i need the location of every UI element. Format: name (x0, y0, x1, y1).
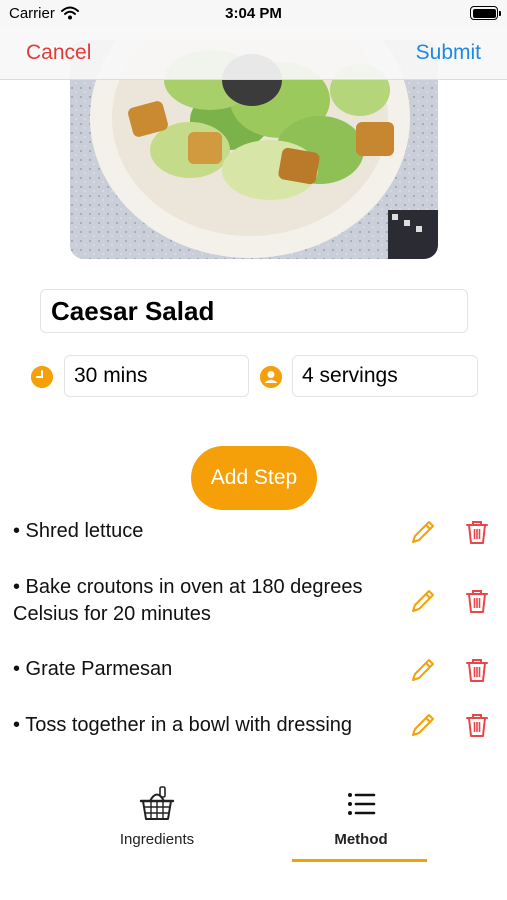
tab-method-label: Method (334, 831, 388, 848)
step-text: • Shred lettuce (13, 520, 144, 542)
navigation-bar: Cancel Submit (0, 28, 507, 80)
battery-icon (470, 6, 501, 20)
status-time: 3:04 PM (225, 5, 282, 22)
delete-step-button[interactable] (464, 587, 490, 615)
delete-step-button[interactable] (464, 518, 490, 546)
trash-icon (466, 714, 488, 737)
edit-step-button[interactable] (409, 518, 437, 546)
clock-icon (31, 366, 53, 388)
status-bar: Carrier 3:04 PM (0, 0, 507, 28)
submit-button[interactable]: Submit (416, 41, 481, 65)
delete-step-button[interactable] (464, 656, 490, 684)
selected-tab-indicator (292, 859, 427, 862)
add-step-button[interactable]: Add Step (191, 446, 317, 510)
pencil-icon (412, 590, 434, 612)
person-icon (260, 366, 282, 388)
delete-step-button[interactable] (464, 711, 490, 739)
pencil-icon (412, 714, 434, 736)
list-icon (286, 784, 436, 824)
step-text: • Bake croutons in oven at 180 degrees C… (13, 576, 363, 625)
recipe-title-field[interactable]: Caesar Salad (40, 289, 468, 333)
trash-icon (466, 659, 488, 682)
basket-icon (82, 784, 232, 824)
step-text: • Grate Parmesan (13, 658, 173, 680)
edit-step-button[interactable] (409, 711, 437, 739)
trash-icon (466, 590, 488, 613)
pencil-icon (412, 659, 434, 681)
trash-icon (466, 521, 488, 544)
tab-ingredients-label: Ingredients (119, 831, 195, 848)
edit-step-button[interactable] (409, 587, 437, 615)
tab-ingredients[interactable]: Ingredients (82, 780, 232, 864)
cook-time-field[interactable]: 30 mins (64, 355, 249, 397)
step-text: • Toss together in a bowl with dressing (13, 714, 353, 736)
cancel-button[interactable]: Cancel (26, 41, 91, 65)
servings-field[interactable]: 4 servings (292, 355, 478, 397)
pencil-icon (412, 521, 434, 543)
tab-bar: Ingredients Method (0, 780, 507, 870)
tab-method[interactable]: Method (286, 780, 436, 864)
edit-step-button[interactable] (409, 656, 437, 684)
